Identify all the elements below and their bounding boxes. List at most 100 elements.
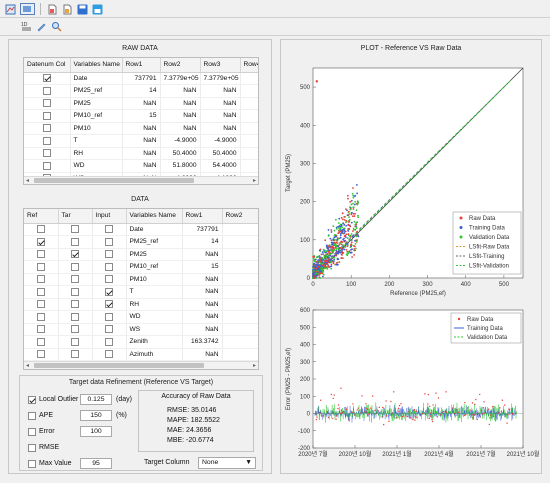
input-checkbox[interactable]: [105, 262, 113, 271]
ref-checkbox[interactable]: [36, 287, 45, 296]
raw-column-header[interactable]: Row2: [160, 58, 201, 73]
raw-point: [476, 418, 479, 421]
tar-checkbox[interactable]: [71, 337, 79, 346]
tar-checkbox[interactable]: [71, 250, 79, 259]
target-column-select[interactable]: None ▼: [198, 457, 256, 469]
data-column-header[interactable]: Row2: [222, 209, 258, 224]
input-checkbox[interactable]: [105, 237, 113, 246]
display-icon[interactable]: 1D: [20, 20, 32, 32]
ape-checkbox[interactable]: [28, 412, 36, 420]
export-icon[interactable]: [91, 3, 103, 15]
local-outlier-checkbox[interactable]: [28, 396, 36, 404]
input-cell: [92, 310, 127, 324]
data-column-header[interactable]: Row1: [182, 209, 223, 224]
tar-checkbox[interactable]: [71, 350, 79, 359]
tar-checkbox[interactable]: [71, 325, 79, 334]
rmse-checkbox[interactable]: [28, 444, 36, 452]
data-column-header[interactable]: Ref: [24, 209, 59, 224]
data-point: [352, 196, 355, 199]
input-checkbox[interactable]: [105, 300, 113, 309]
zoom-icon[interactable]: [50, 20, 62, 32]
ape-input[interactable]: 150: [80, 410, 112, 421]
data-column-header[interactable]: Variables Name: [126, 209, 183, 224]
input-checkbox[interactable]: [105, 250, 113, 259]
data-point: [352, 194, 355, 197]
raw-value: 14: [122, 84, 161, 98]
ref-checkbox[interactable]: [36, 337, 45, 346]
raw-point: [499, 407, 501, 409]
save-icon[interactable]: [76, 3, 88, 15]
error-plot[interactable]: -200-10001002003004005006002020년 7월 2020년…: [281, 302, 541, 472]
edit-icon[interactable]: [35, 20, 47, 32]
max-value-checkbox[interactable]: [28, 460, 36, 468]
data-hscrollbar[interactable]: ◂ ▸: [24, 361, 258, 369]
datenum-checkbox[interactable]: [42, 136, 51, 145]
ref-checkbox[interactable]: [36, 312, 45, 321]
raw-column-header[interactable]: Row1: [122, 58, 161, 73]
scroll-left-arrow-icon[interactable]: ◂: [26, 362, 29, 369]
ref-checkbox[interactable]: [36, 350, 45, 359]
raw-column-header[interactable]: Row3: [200, 58, 241, 73]
datenum-checkbox[interactable]: [42, 86, 51, 95]
tar-checkbox[interactable]: [71, 237, 79, 246]
data-point: [337, 222, 340, 225]
datenum-checkbox[interactable]: [42, 74, 51, 83]
data-point: [357, 214, 359, 217]
local-outlier-input[interactable]: 0.125: [80, 394, 112, 405]
color-data-icon[interactable]: [46, 3, 58, 15]
raw-column-header[interactable]: Row4: [240, 58, 258, 73]
input-checkbox[interactable]: [105, 225, 113, 234]
ref-checkbox[interactable]: [36, 250, 45, 259]
ref-checkbox[interactable]: [36, 237, 45, 246]
data-point: [325, 244, 328, 247]
ref-checkbox[interactable]: [36, 225, 45, 234]
datenum-checkbox[interactable]: [42, 111, 51, 120]
tar-checkbox[interactable]: [71, 312, 79, 321]
tar-checkbox[interactable]: [71, 225, 79, 234]
scatter-plot[interactable]: 0 100 200 300 400 500 0 100 200 300 400 500 Referenc…: [281, 54, 541, 304]
raw-point: [400, 403, 402, 405]
max-value-input[interactable]: 95: [80, 458, 112, 469]
data-point: [315, 267, 318, 270]
scroll-left-arrow-icon[interactable]: ◂: [26, 177, 29, 184]
input-checkbox[interactable]: [105, 312, 113, 321]
scroll-thumb[interactable]: [34, 363, 204, 368]
data-value: N: [222, 260, 258, 274]
raw-data-hscrollbar[interactable]: ◂ ▸: [24, 176, 258, 184]
tar-checkbox[interactable]: [71, 262, 79, 271]
input-checkbox[interactable]: [105, 350, 113, 359]
x-tick-label: 100: [346, 282, 357, 288]
raw-point: [465, 413, 467, 416]
data-column-header[interactable]: Input: [92, 209, 127, 224]
input-checkbox[interactable]: [105, 325, 113, 334]
data-point: [332, 262, 335, 265]
ref-checkbox[interactable]: [36, 262, 45, 271]
color-plot-icon[interactable]: [61, 3, 73, 15]
input-checkbox[interactable]: [105, 275, 113, 284]
input-checkbox[interactable]: [105, 337, 113, 346]
datenum-checkbox[interactable]: [42, 99, 51, 108]
error-input[interactable]: 100: [80, 426, 112, 437]
error-checkbox[interactable]: [28, 428, 36, 436]
import-icon[interactable]: [19, 3, 35, 15]
input-checkbox[interactable]: [105, 287, 113, 296]
ref-checkbox[interactable]: [36, 300, 45, 309]
tar-checkbox[interactable]: [71, 275, 79, 284]
scroll-right-arrow-icon[interactable]: ▸: [253, 177, 256, 184]
raw-point: [471, 413, 473, 416]
tar-checkbox[interactable]: [71, 287, 79, 296]
datenum-checkbox[interactable]: [42, 124, 51, 133]
data-point: [350, 243, 353, 246]
data-column-header[interactable]: Tar: [58, 209, 93, 224]
scroll-thumb[interactable]: [34, 178, 194, 183]
datenum-checkbox[interactable]: [42, 149, 51, 158]
app-icon[interactable]: [4, 3, 16, 15]
raw-column-header[interactable]: Datenum Col: [24, 58, 71, 73]
ref-checkbox[interactable]: [36, 275, 45, 284]
scroll-right-arrow-icon[interactable]: ▸: [253, 362, 256, 369]
raw-column-header[interactable]: Variables Name: [70, 58, 123, 73]
tar-checkbox[interactable]: [71, 300, 79, 309]
ref-checkbox[interactable]: [36, 325, 45, 334]
datenum-checkbox[interactable]: [42, 161, 51, 170]
data-point: [332, 225, 335, 228]
